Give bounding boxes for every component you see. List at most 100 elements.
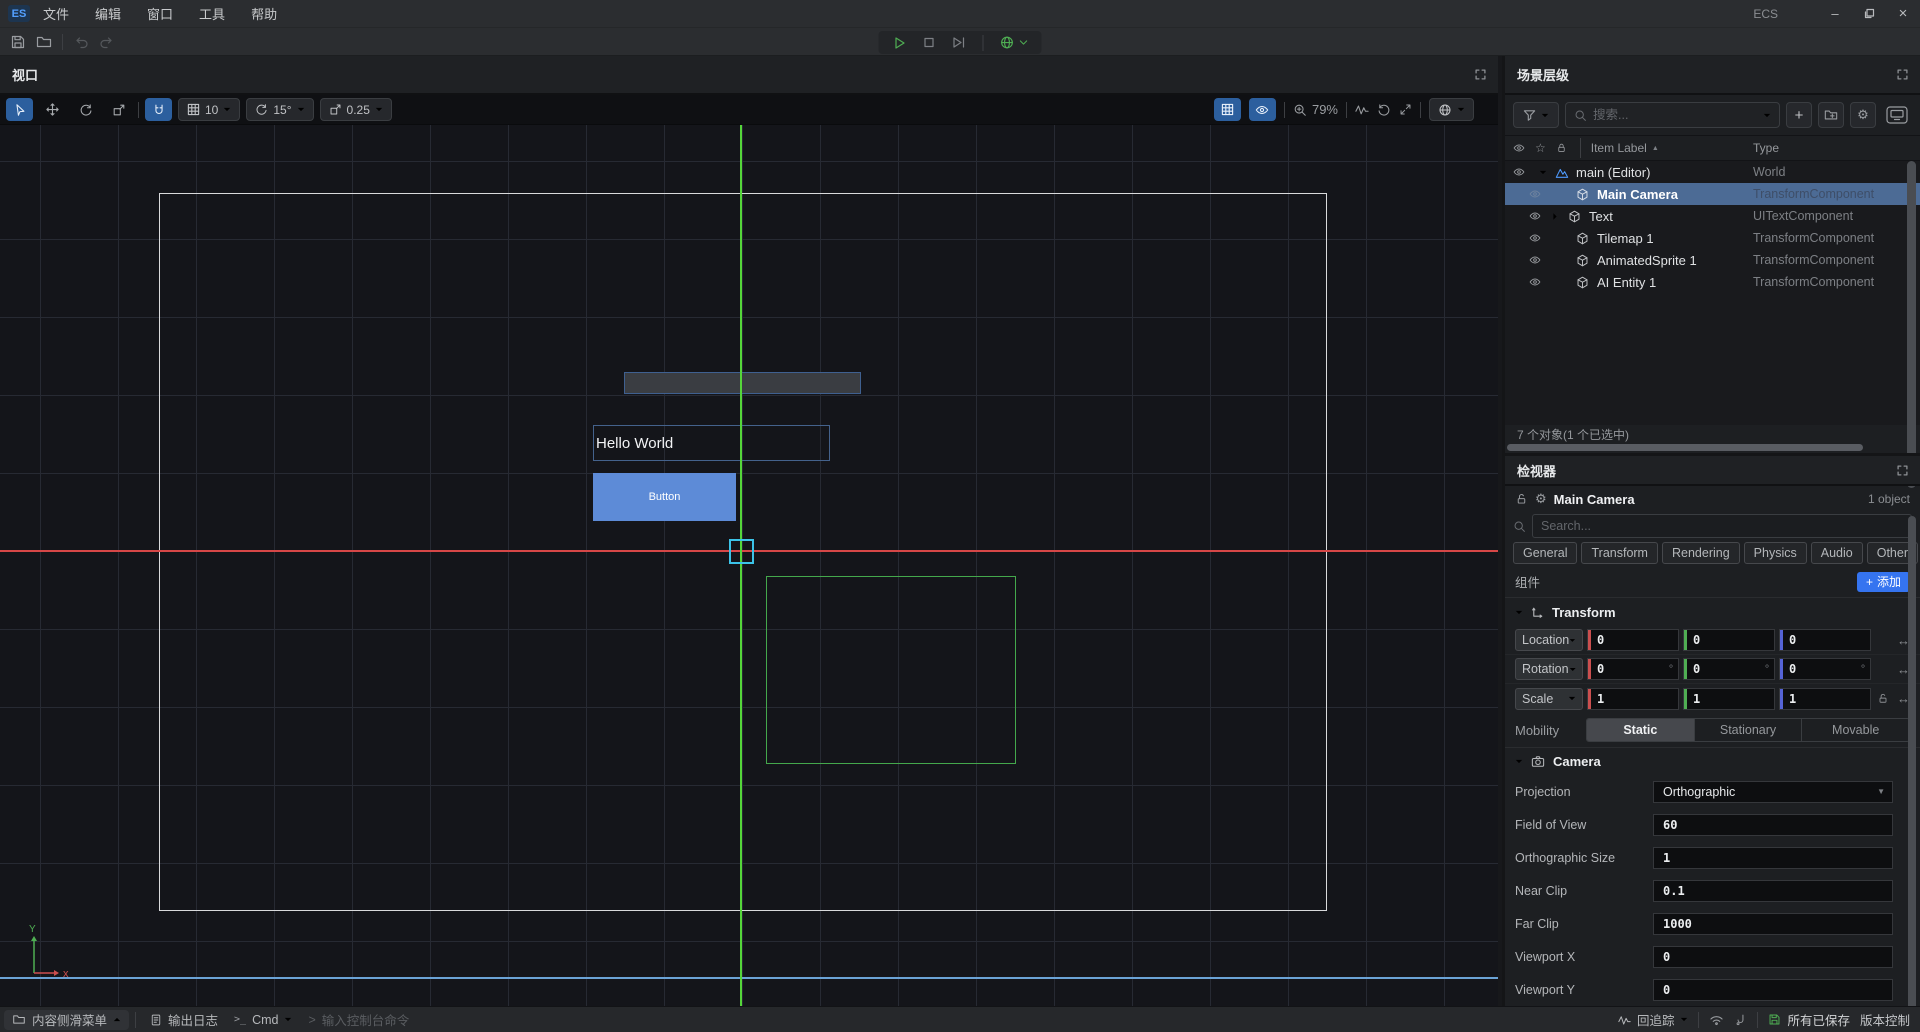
add-folder-button[interactable] — [1818, 102, 1844, 128]
hierarchy-search-input[interactable] — [1593, 108, 1757, 122]
add-entity-button[interactable]: + — [1786, 102, 1812, 128]
hierarchy-row-tilemap[interactable]: Tilemap 1 TransformComponent — [1505, 227, 1920, 249]
hierarchy-row-text[interactable]: Text UITextComponent — [1505, 205, 1920, 227]
backtrace-dropdown[interactable]: 回追踪 — [1618, 1010, 1689, 1030]
tab-rendering[interactable]: Rendering — [1662, 542, 1740, 564]
visibility-column-icon[interactable] — [1513, 142, 1525, 154]
menu-file[interactable]: 文件 — [30, 0, 82, 27]
location-y-field[interactable]: 0 — [1683, 629, 1775, 651]
scale-lock-icon[interactable] — [1877, 692, 1889, 705]
zoom-indicator[interactable]: 79% — [1293, 102, 1338, 117]
eye-icon[interactable] — [1529, 188, 1541, 200]
mobility-static[interactable]: Static — [1587, 719, 1695, 741]
move-tool-button[interactable] — [39, 98, 66, 121]
projection-select[interactable]: Orthographic ▼ — [1653, 781, 1893, 803]
add-component-button[interactable]: + 添加 — [1857, 572, 1910, 592]
hierarchy-expand-icon[interactable] — [1897, 69, 1908, 80]
type-column[interactable]: Type — [1753, 141, 1779, 155]
show-gizmos-button[interactable] — [1249, 98, 1276, 121]
viewport-x-field[interactable]: 0 — [1653, 946, 1893, 968]
eye-icon[interactable] — [1529, 254, 1541, 266]
hierarchy-settings-button[interactable]: ⚙ — [1850, 102, 1876, 128]
version-control-button[interactable]: 版本控制 — [1860, 1010, 1910, 1029]
scale-tool-button[interactable] — [105, 98, 132, 121]
hierarchy-row-main-camera[interactable]: Main Camera TransformComponent — [1505, 183, 1920, 205]
hierarchy-row-animatedsprite[interactable]: AnimatedSprite 1 TransformComponent — [1505, 249, 1920, 271]
hierarchy-row-ai-entity[interactable]: AI Entity 1 TransformComponent — [1505, 271, 1920, 293]
screen-view-button[interactable] — [1882, 102, 1912, 128]
tab-audio[interactable]: Audio — [1811, 542, 1863, 564]
object-settings-gear-icon[interactable]: ⚙ — [1535, 491, 1547, 507]
selection-handle-rect[interactable] — [729, 539, 754, 564]
eye-icon[interactable] — [1529, 276, 1541, 288]
unlock-icon[interactable] — [1515, 492, 1528, 506]
eye-icon[interactable] — [1513, 166, 1525, 178]
minimize-button[interactable]: – — [1818, 0, 1852, 27]
mobility-stationary[interactable]: Stationary — [1695, 719, 1803, 741]
menu-edit[interactable]: 编辑 — [82, 0, 134, 27]
lock-column-icon[interactable] — [1556, 142, 1568, 154]
stats-icon[interactable] — [1355, 103, 1369, 116]
scene-canvas[interactable]: Hello World Button Y x — [0, 125, 1498, 1006]
tab-general[interactable]: General — [1513, 542, 1577, 564]
rotation-y-field[interactable]: 0° — [1683, 658, 1775, 680]
ui-button-widget[interactable]: Button — [593, 473, 736, 521]
wifi-icon[interactable] — [1709, 1013, 1724, 1026]
console-command-input[interactable]: > 输入控制台命令 — [300, 1010, 417, 1030]
maximize-button[interactable] — [1852, 0, 1886, 27]
menu-help[interactable]: 帮助 — [238, 0, 290, 27]
menu-tools[interactable]: 工具 — [186, 0, 238, 27]
transform-section-header[interactable]: Transform — [1505, 598, 1920, 626]
view-mode-dropdown[interactable] — [1429, 98, 1474, 121]
camera-section-header[interactable]: Camera — [1505, 747, 1920, 775]
location-x-field[interactable]: 0 — [1587, 629, 1679, 651]
reset-view-icon[interactable] — [1377, 103, 1391, 117]
location-z-field[interactable]: 0 — [1779, 629, 1871, 651]
scale-x-field[interactable]: 1 — [1587, 688, 1679, 710]
viewport-y-field[interactable]: 0 — [1653, 979, 1893, 1001]
mobility-movable[interactable]: Movable — [1802, 719, 1909, 741]
close-button[interactable]: × — [1886, 0, 1920, 27]
fullscreen-icon[interactable] — [1399, 103, 1412, 116]
ui-slider-widget[interactable] — [624, 372, 861, 394]
content-drawer-button[interactable]: 内容侧滑菜单 — [4, 1010, 129, 1030]
collapsed-chevron-icon[interactable] — [1553, 212, 1558, 220]
stop-button[interactable] — [923, 36, 936, 49]
redo-icon[interactable] — [99, 34, 115, 50]
step-button[interactable] — [952, 36, 967, 49]
rotate-snap-dropdown[interactable]: 15° — [246, 98, 313, 121]
scale-z-field[interactable]: 1 — [1779, 688, 1871, 710]
far-clip-field[interactable]: 1000 — [1653, 913, 1893, 935]
favorite-column-icon[interactable]: ☆ — [1535, 141, 1546, 155]
ui-text-widget[interactable]: Hello World — [593, 425, 830, 461]
orthographic-size-field[interactable]: 1 — [1653, 847, 1893, 869]
hierarchy-search[interactable] — [1565, 102, 1780, 128]
play-button[interactable] — [893, 36, 907, 50]
scale-snap-dropdown[interactable]: 0.25 — [320, 98, 392, 121]
select-tool-button[interactable] — [6, 98, 33, 121]
viewport-expand-icon[interactable] — [1475, 69, 1486, 80]
grid-snap-dropdown[interactable]: 10 — [178, 98, 240, 121]
open-folder-icon[interactable] — [36, 34, 52, 50]
eye-icon[interactable] — [1529, 232, 1541, 244]
hierarchy-vertical-scrollbar[interactable] — [1907, 161, 1916, 488]
rotation-x-field[interactable]: 0° — [1587, 658, 1679, 680]
cmd-dropdown[interactable]: >_ Cmd — [226, 1010, 300, 1030]
item-label-column[interactable]: Item Label — [1591, 141, 1647, 155]
location-dropdown[interactable]: Location — [1515, 629, 1583, 651]
rotate-tool-button[interactable] — [72, 98, 99, 121]
tab-physics[interactable]: Physics — [1744, 542, 1807, 564]
near-clip-field[interactable]: 0.1 — [1653, 880, 1893, 902]
field-of-view-field[interactable]: 60 — [1653, 814, 1893, 836]
undo-icon[interactable] — [73, 34, 89, 50]
save-icon[interactable] — [10, 34, 26, 50]
output-log-button[interactable]: 输出日志 — [142, 1010, 226, 1030]
inspector-vertical-scrollbar[interactable] — [1908, 516, 1916, 1011]
eye-icon[interactable] — [1529, 210, 1541, 222]
rotation-dropdown[interactable]: Rotation — [1515, 658, 1583, 680]
hierarchy-horizontal-scrollbar[interactable] — [1505, 443, 1920, 453]
expand-chevron-icon[interactable] — [1539, 170, 1547, 175]
scale-dropdown[interactable]: Scale — [1515, 688, 1583, 710]
hierarchy-row-main[interactable]: main (Editor) World — [1505, 161, 1920, 183]
scale-y-field[interactable]: 1 — [1683, 688, 1775, 710]
